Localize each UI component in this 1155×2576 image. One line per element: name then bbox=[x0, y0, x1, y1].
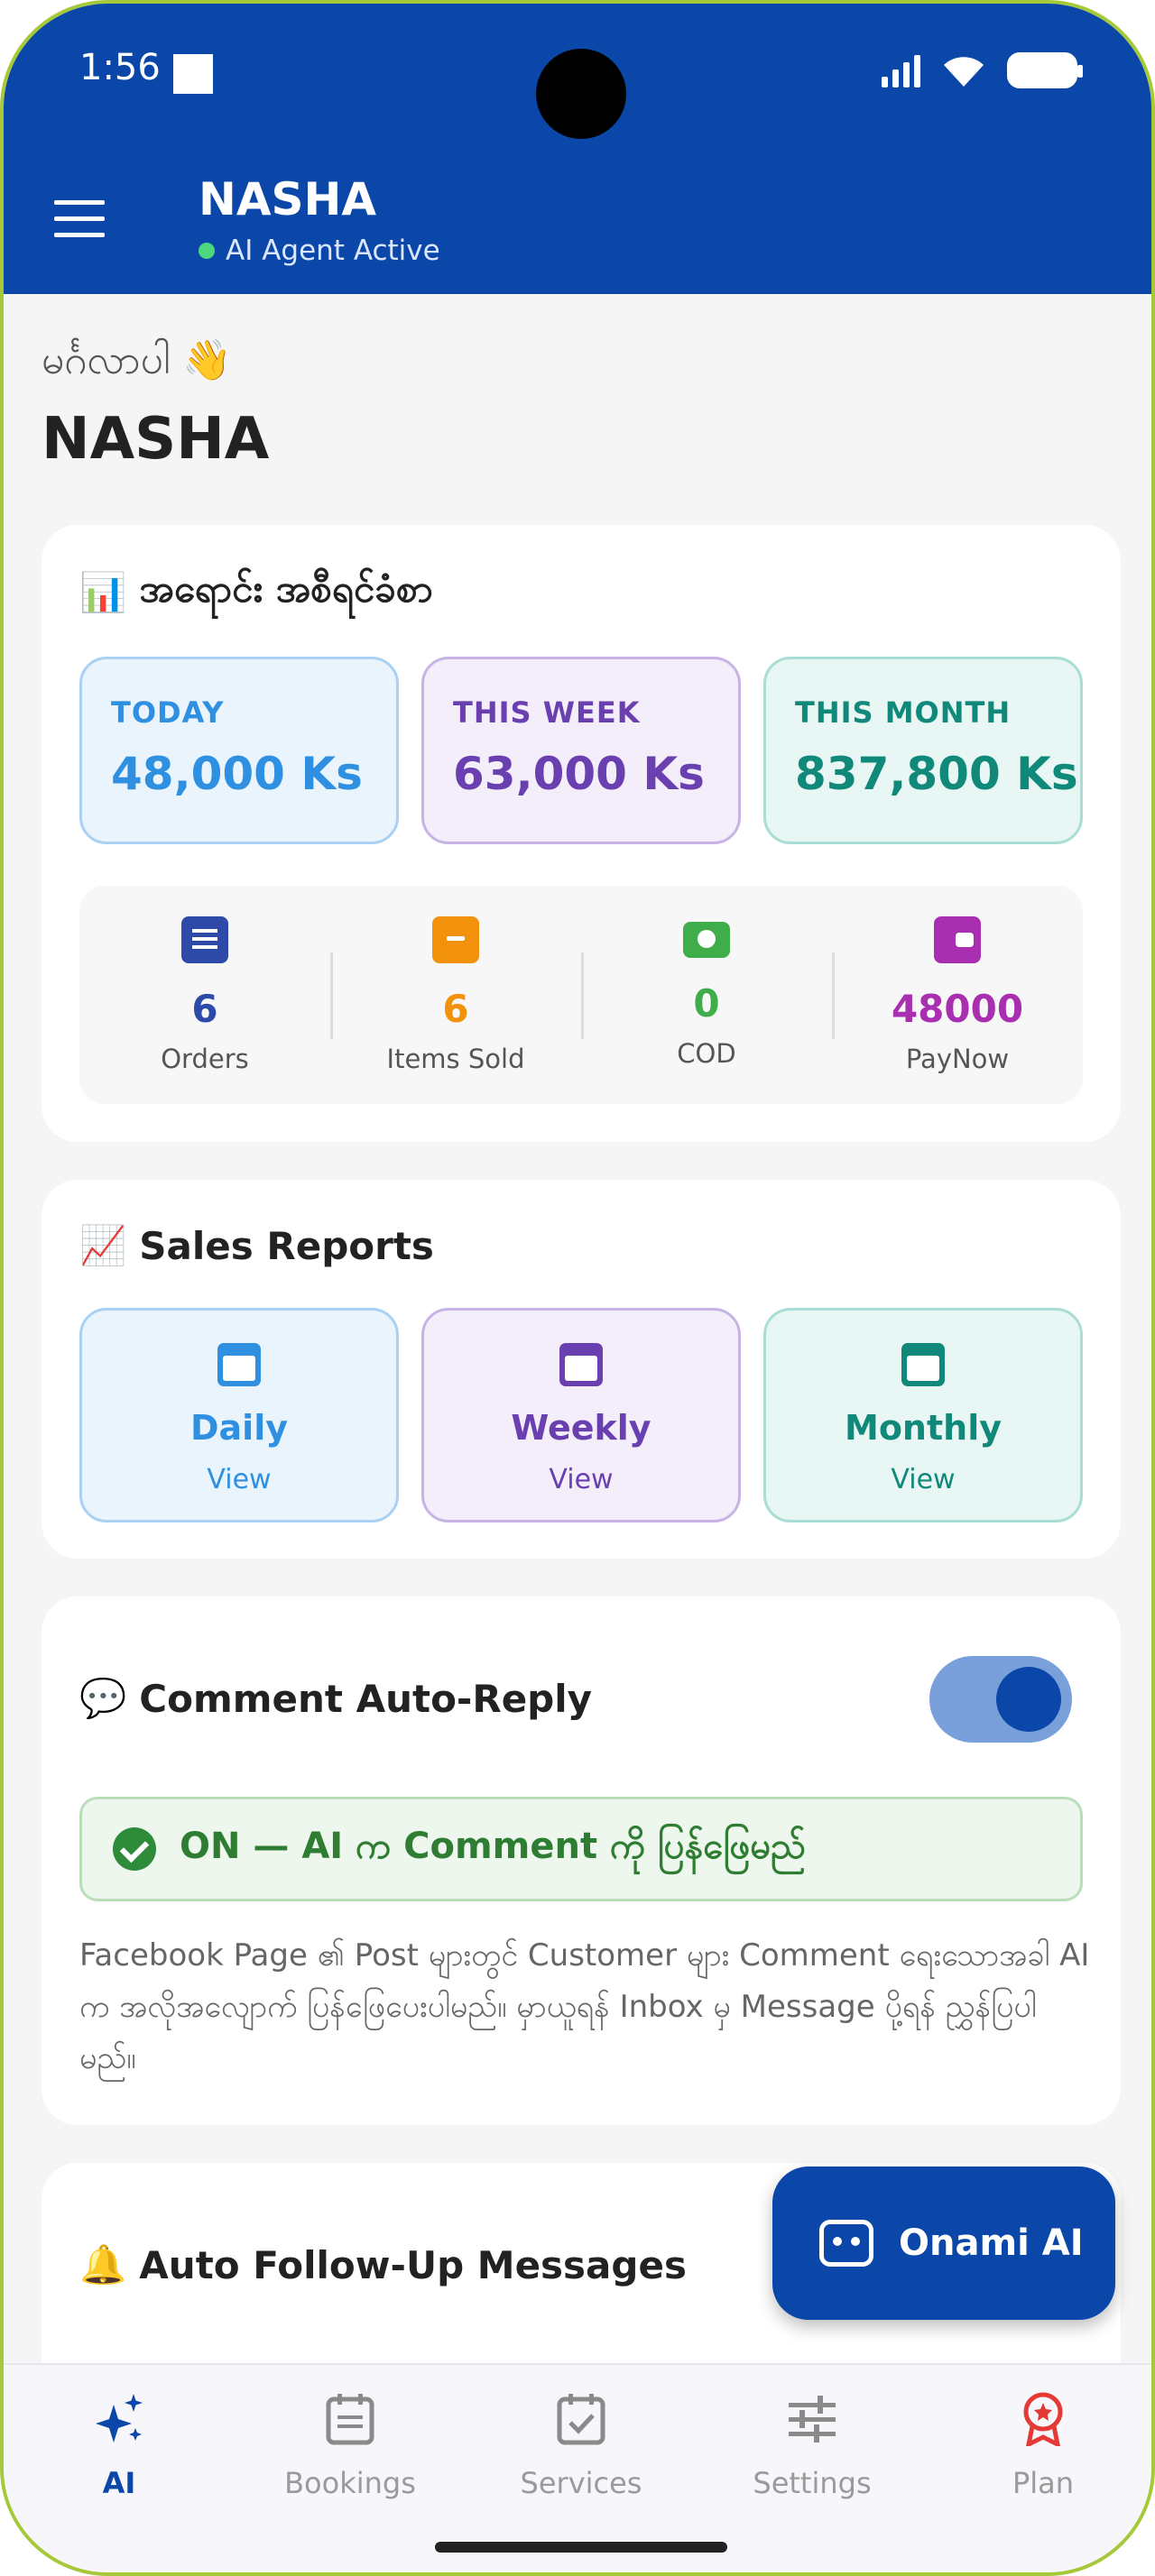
weekly-report-sub: View bbox=[549, 1464, 614, 1495]
calendar-month-icon bbox=[901, 1343, 945, 1386]
calendar-check-icon bbox=[557, 2394, 605, 2445]
daily-report-button[interactable]: Daily View bbox=[79, 1308, 399, 1523]
check-circle-icon bbox=[113, 1827, 156, 1871]
nav-label-ai: AI bbox=[102, 2466, 136, 2500]
sales-summary-card: 📊 အရောင်း အစီရင်ခံစာ TODAY 48,000 Ks THI… bbox=[42, 525, 1121, 1142]
month-value: 837,800 Ks bbox=[795, 748, 1078, 800]
orders-label: Orders bbox=[161, 1044, 249, 1074]
fab-label: Onami AI bbox=[899, 2222, 1084, 2264]
signal-icon bbox=[882, 53, 920, 87]
nav-item-ai[interactable]: AI bbox=[29, 2392, 209, 2500]
paynow-label: PayNow bbox=[905, 1044, 1010, 1074]
orders-value: 6 bbox=[191, 987, 218, 1031]
comment-auto-reply-card: 💬 Comment Auto-Reply ON — AI က Comment က… bbox=[42, 1596, 1121, 2125]
nav-label-services: Services bbox=[520, 2466, 642, 2500]
metric-orders: 6 Orders bbox=[79, 916, 330, 1074]
calendar-day-icon bbox=[217, 1343, 261, 1386]
auto-reply-status-banner: ON — AI က Comment ကို ပြန်ဖြေမည် bbox=[79, 1797, 1083, 1901]
app-title: NASHA bbox=[199, 173, 377, 225]
wifi-icon bbox=[944, 57, 984, 87]
status-time: 1:56 bbox=[79, 47, 161, 88]
nav-item-bookings[interactable]: Bookings bbox=[260, 2392, 440, 2500]
sales-summary-title: 📊 အရောင်း အစီရင်ခံစာ bbox=[79, 565, 433, 621]
hamburger-menu-icon[interactable] bbox=[54, 200, 105, 240]
metric-paynow: 48000 PayNow bbox=[832, 916, 1083, 1074]
paynow-value: 48000 bbox=[891, 987, 1024, 1031]
award-icon bbox=[1023, 2392, 1063, 2449]
nav-label-plan: Plan bbox=[1012, 2466, 1075, 2500]
sales-summary-title-text: အရောင်း အစီရင်ခံစာ bbox=[139, 566, 433, 611]
battery-icon bbox=[1007, 52, 1083, 88]
nav-item-settings[interactable]: Settings bbox=[722, 2392, 902, 2500]
items-sold-label: Items Sold bbox=[386, 1044, 525, 1074]
calendar-week-icon bbox=[559, 1343, 603, 1386]
nav-item-plan[interactable]: Plan bbox=[953, 2392, 1133, 2500]
sliders-icon bbox=[789, 2396, 836, 2443]
auto-reply-description: Facebook Page ၏ Post များတွင် Customer မ… bbox=[79, 1937, 1090, 2076]
today-sales-box[interactable]: TODAY 48,000 Ks bbox=[79, 657, 399, 844]
month-label: THIS MONTH bbox=[795, 695, 1012, 730]
metrics-panel: 6 Orders 6 Items Sold 0 COD 48000 PayNow bbox=[79, 886, 1083, 1104]
bell-emoji-icon: 🔔 bbox=[79, 2242, 127, 2286]
onami-ai-fab-button[interactable]: Onami AI bbox=[772, 2167, 1115, 2320]
agent-status: AI Agent Active bbox=[199, 235, 440, 267]
week-sales-box[interactable]: THIS WEEK 63,000 Ks bbox=[421, 657, 741, 844]
app-bar: 1:56 NASHA AI Agent Active bbox=[4, 4, 1151, 294]
cod-value: 0 bbox=[693, 981, 720, 1026]
today-value: 48,000 Ks bbox=[111, 748, 363, 800]
monthly-report-button[interactable]: Monthly View bbox=[763, 1308, 1083, 1523]
comment-auto-reply-title-text: Comment Auto-Reply bbox=[139, 1676, 593, 1721]
month-sales-box[interactable]: THIS MONTH 837,800 Ks bbox=[763, 657, 1083, 844]
items-sold-value: 6 bbox=[442, 987, 469, 1031]
home-indicator[interactable] bbox=[435, 2542, 727, 2553]
status-icons bbox=[882, 52, 1083, 88]
comment-auto-reply-toggle[interactable] bbox=[929, 1656, 1072, 1743]
sparkles-icon bbox=[96, 2394, 143, 2443]
monthly-report-sub: View bbox=[891, 1464, 956, 1495]
notification-icon bbox=[173, 54, 213, 94]
week-value: 63,000 Ks bbox=[453, 748, 705, 800]
metric-items-sold: 6 Items Sold bbox=[330, 916, 581, 1074]
toggle-knob bbox=[996, 1667, 1061, 1732]
receipt-icon bbox=[181, 916, 228, 963]
front-camera bbox=[536, 49, 626, 139]
greeting-name: NASHA bbox=[42, 406, 270, 473]
phone-screen: 1:56 NASHA AI Agent Active မင်္ဂလာပါ 👋 N… bbox=[0, 0, 1155, 2576]
metric-cod: 0 COD bbox=[581, 916, 832, 1069]
greeting-text: မင်္ဂလာပါ 👋 bbox=[42, 337, 233, 383]
calendar-icon bbox=[326, 2394, 374, 2445]
sales-reports-card: 📈 Sales Reports Daily View Weekly View M… bbox=[42, 1180, 1121, 1559]
archive-box-icon bbox=[432, 916, 479, 963]
wallet-icon bbox=[934, 916, 981, 963]
daily-report-sub: View bbox=[207, 1464, 272, 1495]
nav-label-bookings: Bookings bbox=[284, 2466, 416, 2500]
daily-report-title: Daily bbox=[189, 1408, 288, 1448]
monthly-report-title: Monthly bbox=[845, 1408, 1002, 1448]
nav-label-settings: Settings bbox=[753, 2466, 872, 2500]
comment-auto-reply-title: 💬 Comment Auto-Reply bbox=[79, 1676, 592, 1721]
auto-follow-up-title-text: Auto Follow-Up Messages bbox=[139, 2242, 687, 2287]
sales-reports-title: 📈 Sales Reports bbox=[79, 1223, 434, 1268]
auto-follow-up-title: 🔔 Auto Follow-Up Messages bbox=[79, 2242, 687, 2287]
status-dot-icon bbox=[199, 243, 215, 259]
agent-status-text: AI Agent Active bbox=[226, 235, 440, 267]
sales-reports-title-text: Sales Reports bbox=[139, 1223, 434, 1268]
trend-emoji-icon: 📈 bbox=[79, 1223, 127, 1267]
week-label: THIS WEEK bbox=[453, 695, 641, 730]
cod-label: COD bbox=[677, 1038, 736, 1069]
chart-emoji-icon: 📊 bbox=[79, 570, 127, 614]
auto-reply-status-text: ON — AI က Comment ကို ပြန်ဖြေမည် bbox=[180, 1825, 806, 1867]
weekly-report-title: Weekly bbox=[511, 1408, 651, 1448]
nav-item-services[interactable]: Services bbox=[491, 2392, 671, 2500]
today-label: TODAY bbox=[111, 695, 225, 730]
robot-icon bbox=[819, 2220, 873, 2267]
speech-bubble-emoji-icon: 💬 bbox=[79, 1676, 127, 1720]
weekly-report-button[interactable]: Weekly View bbox=[421, 1308, 741, 1523]
cash-icon bbox=[683, 922, 730, 958]
